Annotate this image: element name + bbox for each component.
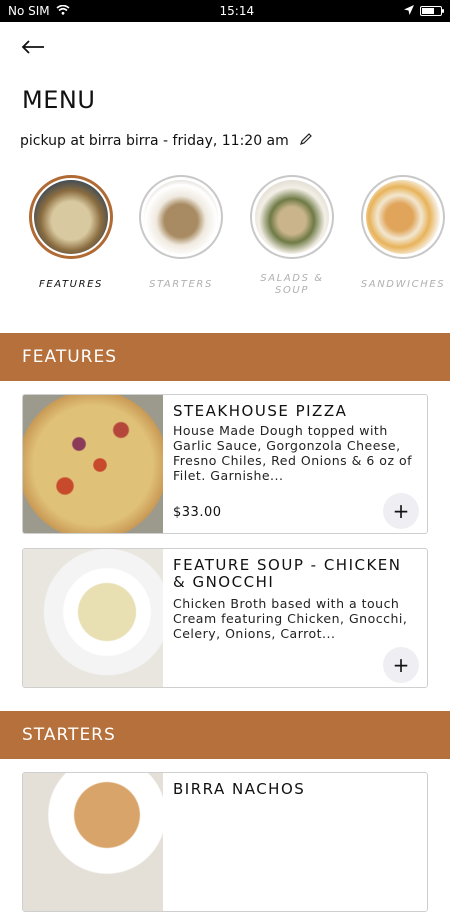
menu-item-name: FEATURE SOUP - CHICKEN & GNOCCHI (173, 556, 402, 591)
page-title: MENU (22, 86, 96, 114)
section-title: STARTERS (22, 725, 116, 745)
menu-item-name: BIRRA NACHOS (173, 780, 306, 798)
back-arrow-icon (21, 33, 45, 61)
category-label: SANDWICHES (360, 279, 446, 290)
category-label: SALADS & SOUP (260, 273, 324, 296)
category-salads-soup[interactable]: SALADS & SOUP (237, 175, 347, 297)
menu-item-image (23, 549, 163, 687)
category-starters-image (144, 180, 218, 254)
menu-item-price: $33.00 (173, 505, 222, 520)
menu-item-card[interactable]: STEAKHOUSE PIZZA House Made Dough topped… (22, 394, 428, 534)
battery-icon (420, 6, 444, 16)
menu-item-name: STEAKHOUSE PIZZA (173, 402, 348, 420)
add-item-button[interactable]: + (383, 647, 419, 683)
menu-item-image (23, 395, 163, 533)
back-button[interactable] (18, 32, 48, 62)
category-sandwiches[interactable]: SANDWICHES (348, 175, 450, 291)
menu-item-card[interactable]: FEATURE SOUP - CHICKEN & GNOCCHI Chicken… (22, 548, 428, 688)
category-salads-soup-image (255, 180, 329, 254)
status-left: No SIM (8, 4, 70, 18)
category-features-image (34, 180, 108, 254)
category-image-ring (139, 175, 223, 259)
category-image-ring (250, 175, 334, 259)
category-label: STARTERS (149, 279, 213, 290)
section-header-features: FEATURES (0, 333, 450, 381)
pencil-icon[interactable] (299, 132, 313, 150)
wifi-icon (56, 4, 70, 18)
menu-item-description: Chicken Broth based with a touch Cream f… (173, 596, 408, 641)
menu-item-card[interactable]: BIRRA NACHOS (22, 772, 428, 912)
location-arrow-icon (404, 4, 414, 18)
carrier-label: No SIM (8, 4, 50, 18)
section-header-starters: STARTERS (0, 711, 450, 759)
status-bar: No SIM 15:14 (0, 0, 450, 22)
status-right (404, 4, 444, 18)
category-image-ring (29, 175, 113, 259)
menu-item-image (23, 773, 163, 911)
category-carousel[interactable]: FEATURES STARTERS SALADS & SOUP SANDWICH… (0, 175, 450, 315)
category-starters[interactable]: STARTERS (126, 175, 236, 291)
category-features[interactable]: FEATURES (16, 175, 126, 291)
status-time: 15:14 (219, 4, 255, 18)
menu-item-description: House Made Dough topped with Garlic Sauc… (173, 423, 413, 483)
pickup-text: pickup at birra birra - friday, 11:20 am (20, 133, 289, 149)
add-item-button[interactable]: + (383, 493, 419, 529)
category-image-ring (361, 175, 445, 259)
pickup-info: pickup at birra birra - friday, 11:20 am (20, 132, 313, 150)
category-label: FEATURES (38, 279, 104, 290)
category-sandwiches-image (366, 180, 440, 254)
section-title: FEATURES (22, 347, 118, 367)
